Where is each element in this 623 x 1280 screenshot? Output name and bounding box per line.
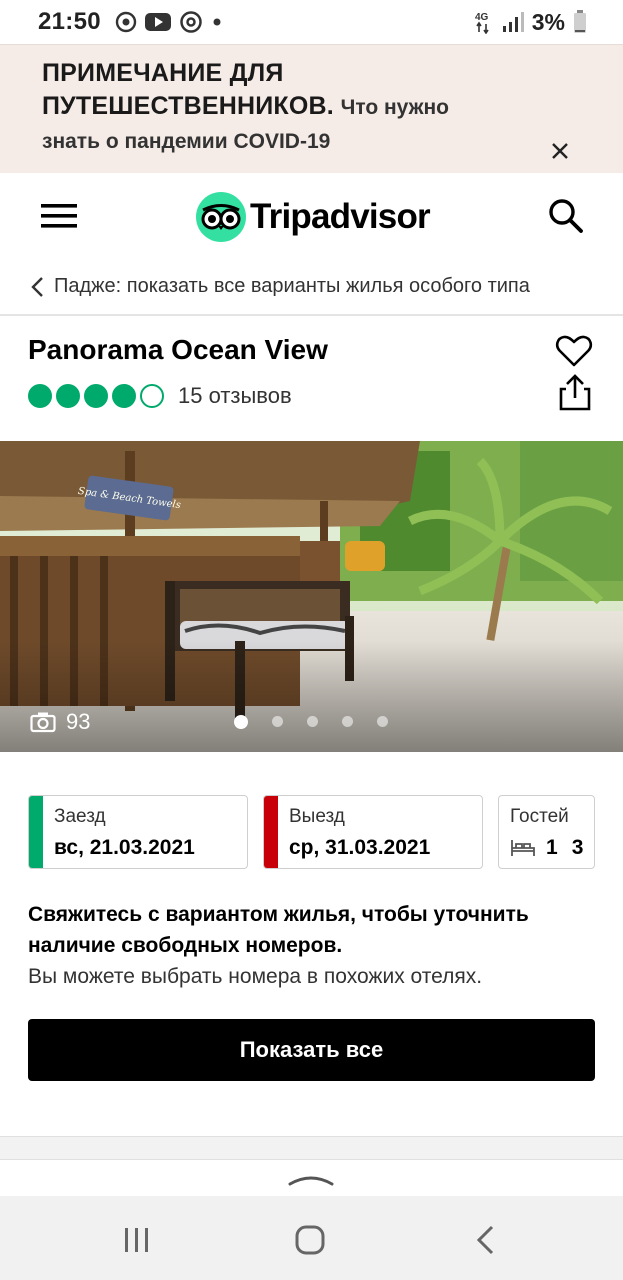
camera-icon — [30, 712, 56, 733]
carousel-dot[interactable] — [272, 716, 283, 727]
checkin-field[interactable]: Заезд вс, 21.03.2021 — [28, 795, 248, 869]
network-label: 4G — [475, 12, 489, 23]
battery-icon — [574, 10, 586, 33]
carousel-dot[interactable] — [234, 715, 248, 729]
signal-icon — [502, 12, 524, 32]
site-header: Tripadvisor — [0, 173, 623, 259]
photo-count[interactable]: 93 — [30, 709, 90, 735]
youtube-icon — [144, 13, 171, 31]
rating-bubble-filled — [112, 384, 136, 408]
availability-title: Свяжитесь с вариантом жилья, чтобы уточн… — [28, 903, 529, 957]
carousel-dot[interactable] — [307, 716, 318, 727]
availability-subtitle: Вы можете выбрать номера в похожих отеля… — [28, 965, 483, 988]
close-banner-button[interactable] — [546, 137, 574, 165]
section-divider — [0, 1136, 623, 1160]
rating-bubble-filled — [28, 384, 52, 408]
rating-bubble-empty — [140, 384, 164, 408]
home-icon — [295, 1225, 325, 1255]
checkin-color-bar — [29, 796, 43, 868]
hotel-name: Panorama Ocean View — [28, 334, 328, 365]
home-button[interactable] — [294, 1224, 326, 1256]
status-time: 21:50 — [38, 8, 101, 35]
carousel-dots — [234, 715, 388, 729]
guests-field[interactable]: Гостей 1 3 — [498, 795, 595, 869]
bottom-sheet-handle[interactable] — [287, 1170, 335, 1190]
status-right: 4G 3% — [474, 9, 587, 36]
checkin-value: вс, 21.03.2021 — [54, 836, 195, 859]
covid-banner-title: ПРИМЕЧАНИЕ ДЛЯ ПУТЕШЕСТВЕННИКОВ. — [42, 59, 334, 120]
at-icon — [180, 11, 202, 33]
battery-percent: 3% — [531, 8, 565, 35]
network-4g-icon: 4G — [475, 12, 489, 34]
owl-logo-icon — [196, 192, 246, 242]
search-button[interactable] — [547, 197, 585, 235]
notification-icons — [115, 10, 223, 34]
covid-banner-text[interactable]: ПРИМЕЧАНИЕ ДЛЯ ПУТЕШЕСТВЕННИКОВ. Что нуж… — [42, 57, 512, 158]
rating-bubble-filled — [84, 384, 108, 408]
bed-icon — [511, 840, 535, 856]
show-all-button[interactable]: Показать все — [28, 1019, 595, 1081]
save-favorite-button[interactable] — [555, 334, 593, 368]
breadcrumb-label: Падже: показать все варианты жилья особо… — [54, 275, 530, 297]
review-count-link[interactable]: 15 отзывов — [178, 383, 292, 409]
sync-icon — [115, 11, 137, 33]
recent-apps-icon — [125, 1228, 148, 1252]
back-icon — [476, 1225, 494, 1255]
carousel-dot[interactable] — [377, 716, 388, 727]
search-icon — [549, 199, 583, 233]
recent-apps-button[interactable] — [122, 1226, 152, 1254]
status-bar: 21:50 4G 3% — [0, 0, 623, 44]
chevron-up-icon — [288, 1176, 334, 1186]
covid-banner[interactable]: ПРИМЕЧАНИЕ ДЛЯ ПУТЕШЕСТВЕННИКОВ. Что нуж… — [0, 44, 623, 173]
availability-message: Свяжитесь с вариантом жилья, чтобы уточн… — [28, 899, 598, 992]
chevron-left-icon — [31, 276, 43, 297]
rooms-count: 1 — [546, 836, 558, 859]
checkin-label: Заезд — [54, 806, 106, 827]
tripadvisor-logo[interactable]: Tripadvisor — [196, 192, 431, 242]
share-icon — [559, 374, 591, 411]
heart-icon — [555, 335, 593, 367]
rating-bubble-filled — [56, 384, 80, 408]
guests-count: 3 — [571, 836, 584, 859]
checkout-value: ср, 31.03.2021 — [289, 836, 431, 859]
hotel-photo: Spa & Beach Towels — [0, 441, 623, 752]
checkout-field[interactable]: Выезд ср, 31.03.2021 — [263, 795, 483, 869]
back-button[interactable] — [472, 1224, 498, 1256]
carousel-dot[interactable] — [342, 716, 353, 727]
close-icon — [552, 143, 568, 159]
guests-label: Гостей — [510, 806, 569, 827]
breadcrumb[interactable]: Падже: показать все варианты жилья особо… — [0, 259, 623, 316]
more-notifications-dot-icon — [213, 18, 221, 26]
share-button[interactable] — [557, 374, 593, 412]
logo-text: Tripadvisor — [250, 197, 431, 236]
photo-count-value: 93 — [66, 709, 91, 734]
checkout-label: Выезд — [289, 806, 345, 827]
hotel-photo-carousel[interactable]: Spa & Beach Towels 93 — [0, 441, 623, 752]
rating-row[interactable]: 15 отзывов — [28, 383, 292, 409]
system-nav-bar — [0, 1196, 623, 1280]
guests-summary: 1 3 — [510, 836, 583, 860]
hamburger-menu-icon — [41, 204, 77, 228]
checkout-color-bar — [264, 796, 278, 868]
menu-button[interactable] — [40, 200, 78, 232]
